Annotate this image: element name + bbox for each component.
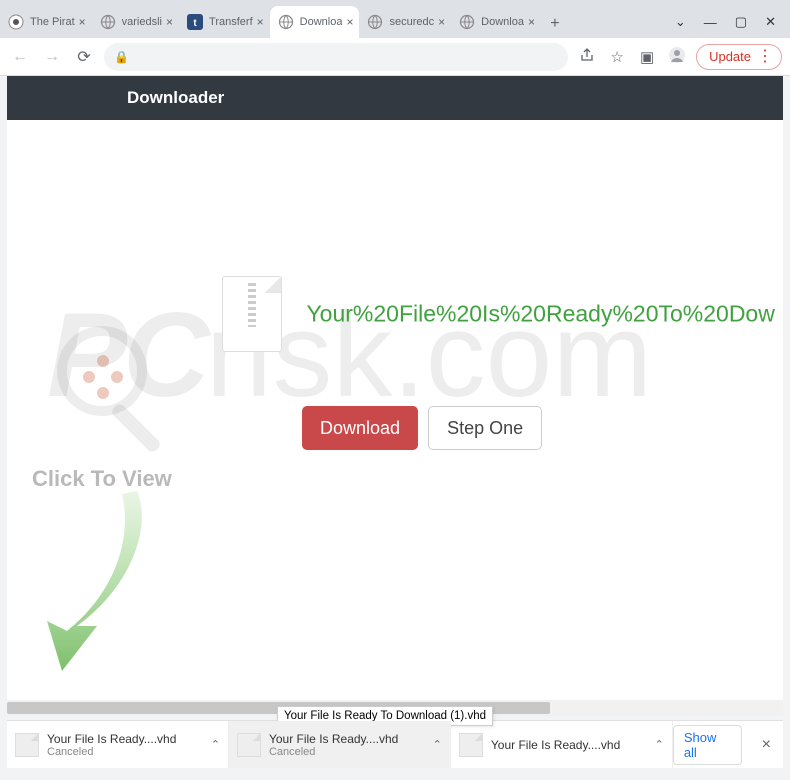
tab-title: Transferf [209, 16, 253, 28]
step-one-button[interactable]: Step One [428, 406, 542, 450]
arrow-down-icon [42, 486, 162, 686]
tab-title: variedsli [122, 16, 162, 28]
lock-icon: 🔒 [114, 50, 129, 64]
menu-dots-icon: ⋮ [757, 49, 773, 65]
download-status: Canceled [47, 746, 203, 758]
close-window-icon[interactable]: ✕ [765, 14, 776, 30]
tab-title: Downloa [300, 16, 343, 28]
close-icon[interactable]: × [257, 15, 264, 29]
close-icon[interactable]: × [346, 15, 353, 29]
close-icon[interactable]: × [166, 15, 173, 29]
profile-icon[interactable] [666, 46, 688, 68]
extensions-icon[interactable]: ▣ [636, 48, 658, 66]
bug-icon [77, 351, 127, 401]
main-content: Your%20File%20Is%20Ready%20To%20Dow [222, 276, 783, 352]
browser-titlebar: The Pirat × variedsli × t Transferf × Do… [0, 0, 790, 38]
close-shelf-icon[interactable]: × [750, 736, 783, 754]
ready-message: Your%20File%20Is%20Ready%20To%20Dow [306, 301, 774, 327]
minimize-icon[interactable]: — [704, 15, 717, 30]
download-item[interactable]: Your File Is Ready....vhd ⌃ [451, 721, 673, 768]
file-icon [237, 733, 261, 757]
tab-title: Downloa [481, 16, 524, 28]
back-button[interactable]: ← [8, 45, 32, 69]
globe-icon [459, 14, 475, 30]
tab-title: The Pirat [30, 16, 75, 28]
click-to-view-label: Click To View [32, 466, 172, 492]
bookmark-icon[interactable]: ☆ [606, 48, 628, 66]
show-all-button[interactable]: Show all [673, 725, 742, 765]
browser-tab[interactable]: Downloa × [451, 6, 541, 38]
browser-tab[interactable]: t Transferf × [179, 6, 270, 38]
favicon-icon: t [187, 14, 203, 30]
magnifier-icon [57, 326, 177, 446]
share-icon[interactable] [576, 47, 598, 67]
reload-button[interactable]: ⟳ [72, 45, 96, 69]
chevron-up-icon[interactable]: ⌃ [655, 738, 664, 751]
address-bar[interactable]: 🔒 [104, 43, 568, 71]
download-status: Canceled [269, 746, 425, 758]
chevron-down-icon[interactable]: ⌄ [675, 14, 686, 30]
zip-file-icon [222, 276, 282, 352]
close-icon[interactable]: × [79, 15, 86, 29]
download-item[interactable]: Your File Is Ready....vhd Canceled ⌃ [229, 721, 451, 768]
page-title: Downloader [127, 88, 224, 108]
browser-toolbar: ← → ⟳ 🔒 ☆ ▣ Update ⋮ [0, 38, 790, 76]
favicon-icon [8, 14, 24, 30]
globe-icon [367, 14, 383, 30]
download-filename: Your File Is Ready....vhd [269, 732, 425, 746]
download-filename: Your File Is Ready....vhd [47, 732, 203, 746]
file-icon [15, 733, 39, 757]
download-item[interactable]: Your File Is Ready....vhd Canceled ⌃ [7, 721, 229, 768]
update-label: Update [709, 49, 751, 64]
download-button[interactable]: Download [302, 406, 418, 450]
chevron-up-icon[interactable]: ⌃ [211, 738, 220, 751]
maximize-icon[interactable]: ▢ [735, 14, 747, 30]
page-viewport: Downloader PCrisk.com Your%20File%20Is%2… [7, 76, 783, 716]
new-tab-button[interactable]: + [541, 10, 569, 38]
browser-tab[interactable]: The Pirat × [0, 6, 92, 38]
tab-title: securedc [389, 16, 434, 28]
browser-tab[interactable]: variedsli × [92, 6, 179, 38]
globe-icon [100, 14, 116, 30]
globe-icon [278, 14, 294, 30]
forward-button: → [40, 45, 64, 69]
close-icon[interactable]: × [438, 15, 445, 29]
download-filename: Your File Is Ready....vhd [491, 738, 647, 752]
browser-tab[interactable]: securedc × [359, 6, 451, 38]
downloads-shelf: Your File Is Ready To Download (1).vhd Y… [7, 720, 783, 768]
browser-tab-active[interactable]: Downloa × [270, 6, 360, 38]
page-header: Downloader [7, 76, 783, 120]
update-button[interactable]: Update ⋮ [696, 44, 782, 70]
chevron-up-icon[interactable]: ⌃ [433, 738, 442, 751]
close-icon[interactable]: × [528, 15, 535, 29]
file-icon [459, 733, 483, 757]
